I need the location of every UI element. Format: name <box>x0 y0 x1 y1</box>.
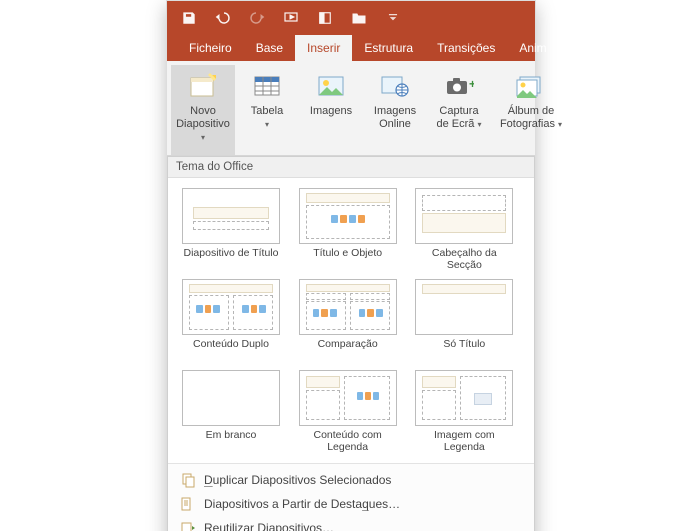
screenshot-button[interactable]: + Captura de Ecrã ▾ <box>427 65 491 155</box>
layout-blank[interactable]: Em branco <box>182 370 280 453</box>
photo-album-button[interactable]: Álbum de Fotografias ▾ <box>491 65 571 155</box>
screenshot-label: Captura de Ecrã <box>437 105 479 130</box>
layout-label: Conteúdo Duplo <box>193 338 269 362</box>
layout-content-caption[interactable]: Conteúdo com Legenda <box>299 370 397 453</box>
title-bar <box>167 1 535 35</box>
tab-estrutura[interactable]: Estrutura <box>352 35 425 61</box>
new-slide-gallery: Tema do Office Diapositivo de Título <box>167 156 535 531</box>
layout-comparison[interactable]: Comparação <box>299 279 397 362</box>
layout-label: Imagem com Legenda <box>415 429 513 453</box>
layout-title-only[interactable]: Só Título <box>415 279 513 362</box>
open-folder-icon[interactable] <box>351 10 367 26</box>
tab-transicoes[interactable]: Transições <box>425 35 507 61</box>
layout-title-content[interactable]: Título e Objeto <box>299 188 397 271</box>
slides-from-outline-item[interactable]: Diapositivos a Partir de Destaques… <box>168 492 534 516</box>
layout-grid: Diapositivo de Título Título e Objeto <box>168 178 534 463</box>
menu-item-label: Duplicar Diapositivos Selecionados <box>204 473 391 487</box>
images-icon <box>315 71 347 103</box>
layout-label: Cabeçalho da Secção <box>415 247 513 271</box>
new-slide-button[interactable]: Novo Diapositivo ▾ <box>171 65 235 155</box>
images-button[interactable]: Imagens <box>299 65 363 155</box>
qat-customize-icon[interactable] <box>385 10 401 26</box>
camera-icon: + <box>443 71 475 103</box>
tab-animacoes[interactable]: Anim <box>507 35 558 61</box>
layout-label: Em branco <box>206 429 257 453</box>
table-button[interactable]: Tabela ▾ <box>235 65 299 155</box>
layout-picture-caption[interactable]: Imagem com Legenda <box>415 370 513 453</box>
menu-item-label: Reutilizar Diapositivos… <box>204 521 334 531</box>
duplicate-icon <box>180 472 196 488</box>
layout-two-content[interactable]: Conteúdo Duplo <box>182 279 280 362</box>
ribbon-tabs: Ficheiro Base Inserir Estrutura Transiçõ… <box>167 35 535 61</box>
redo-icon <box>249 10 265 26</box>
window-icon[interactable] <box>317 10 333 26</box>
save-icon[interactable] <box>181 10 197 26</box>
layout-label: Conteúdo com Legenda <box>299 429 397 453</box>
svg-text:+: + <box>469 77 474 91</box>
layout-label: Só Título <box>443 338 485 362</box>
photo-album-label: Álbum de Fotografias <box>500 105 555 130</box>
undo-icon[interactable] <box>215 10 231 26</box>
new-slide-icon <box>187 71 219 103</box>
images-label: Imagens <box>310 105 352 118</box>
duplicate-slides-item[interactable]: Duplicar Diapositivos Selecionados <box>168 468 534 492</box>
layout-section-header[interactable]: Cabeçalho da Secção <box>415 188 513 271</box>
present-from-start-icon[interactable] <box>283 10 299 26</box>
tab-inserir[interactable]: Inserir <box>295 35 352 61</box>
layout-label: Comparação <box>318 338 378 362</box>
online-images-icon <box>379 71 411 103</box>
tab-ficheiro[interactable]: Ficheiro <box>177 35 244 61</box>
table-icon <box>251 71 283 103</box>
layout-title-slide[interactable]: Diapositivo de Título <box>182 188 280 271</box>
reuse-slides-item[interactable]: Reutilizar Diapositivos… <box>168 516 534 531</box>
new-slide-label: Novo Diapositivo ▾ <box>176 105 230 144</box>
photo-album-icon <box>515 71 547 103</box>
layout-label: Diapositivo de Título <box>184 247 279 271</box>
tab-base[interactable]: Base <box>244 35 295 61</box>
outline-icon <box>180 496 196 512</box>
online-images-button[interactable]: Imagens Online <box>363 65 427 155</box>
gallery-title: Tema do Office <box>168 157 534 178</box>
gallery-footer-menu: Duplicar Diapositivos Selecionados Diapo… <box>168 463 534 531</box>
ribbon: Novo Diapositivo ▾ Tabela ▾ <box>167 61 535 156</box>
menu-item-label: Diapositivos a Partir de Destaques… <box>204 497 400 511</box>
reuse-icon <box>180 520 196 531</box>
online-images-label: Imagens Online <box>371 105 419 131</box>
layout-label: Título e Objeto <box>313 247 382 271</box>
table-label: Tabela <box>251 105 283 117</box>
